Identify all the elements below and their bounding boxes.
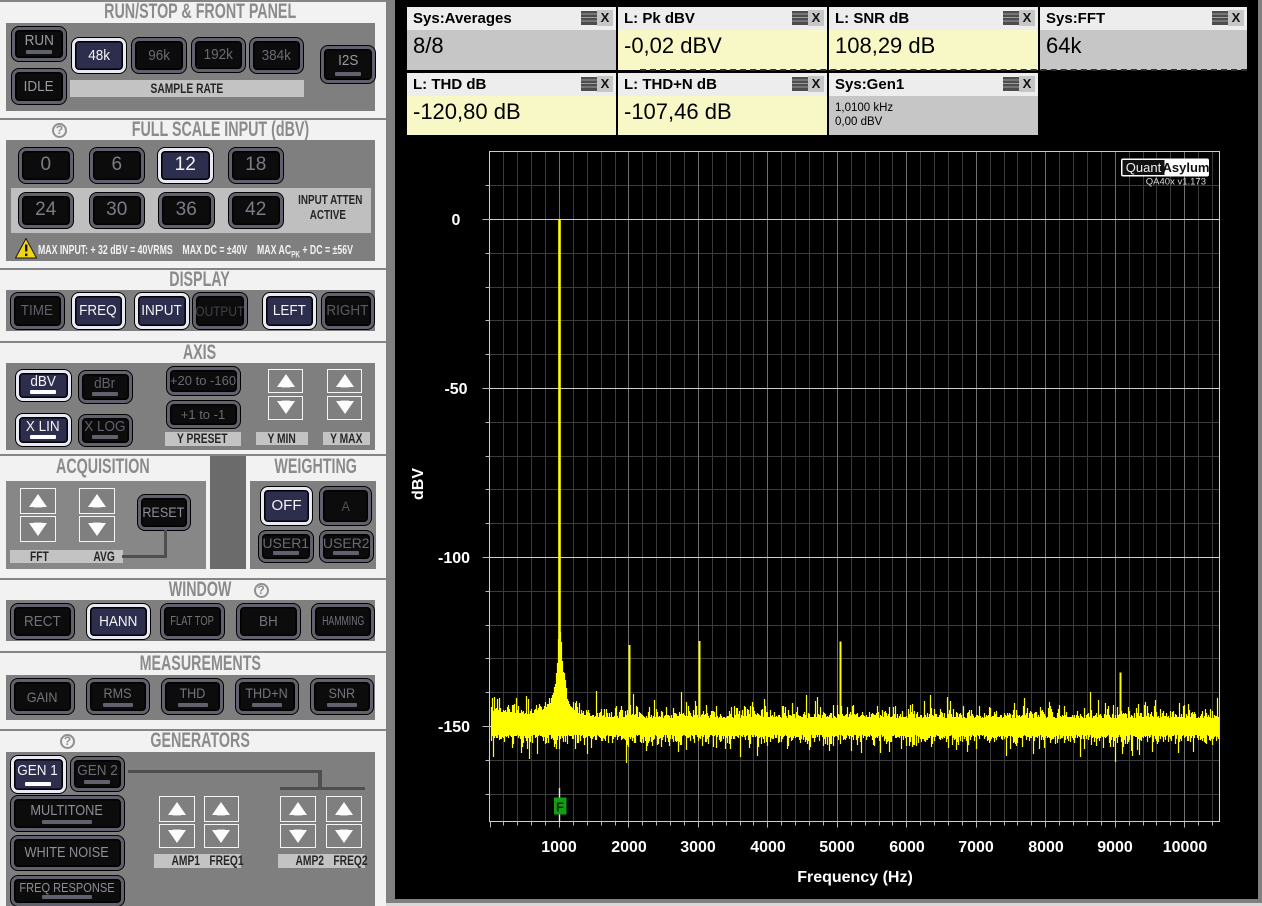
svg-text:3000: 3000: [680, 839, 716, 856]
svg-text:9000: 9000: [1097, 839, 1133, 856]
svg-text:Asylum: Asylum: [1163, 160, 1210, 175]
svg-text:8000: 8000: [1028, 839, 1064, 856]
svg-text:-50: -50: [444, 381, 467, 398]
svg-text:7000: 7000: [958, 839, 994, 856]
svg-text:Frequency (Hz): Frequency (Hz): [797, 869, 913, 886]
svg-text:dBV: dBV: [410, 468, 427, 500]
svg-text:6000: 6000: [889, 839, 925, 856]
svg-text:-150: -150: [438, 719, 470, 736]
svg-text:Quant: Quant: [1126, 160, 1162, 175]
svg-text:QA40x v1.173: QA40x v1.173: [1146, 177, 1206, 188]
svg-text:1000: 1000: [541, 839, 577, 856]
svg-text:2000: 2000: [611, 839, 647, 856]
svg-text:10000: 10000: [1163, 839, 1208, 856]
svg-text:5000: 5000: [819, 839, 855, 856]
svg-text:F: F: [556, 800, 564, 815]
svg-text:0: 0: [452, 212, 461, 229]
svg-text:-100: -100: [438, 550, 470, 567]
svg-text:4000: 4000: [750, 839, 786, 856]
